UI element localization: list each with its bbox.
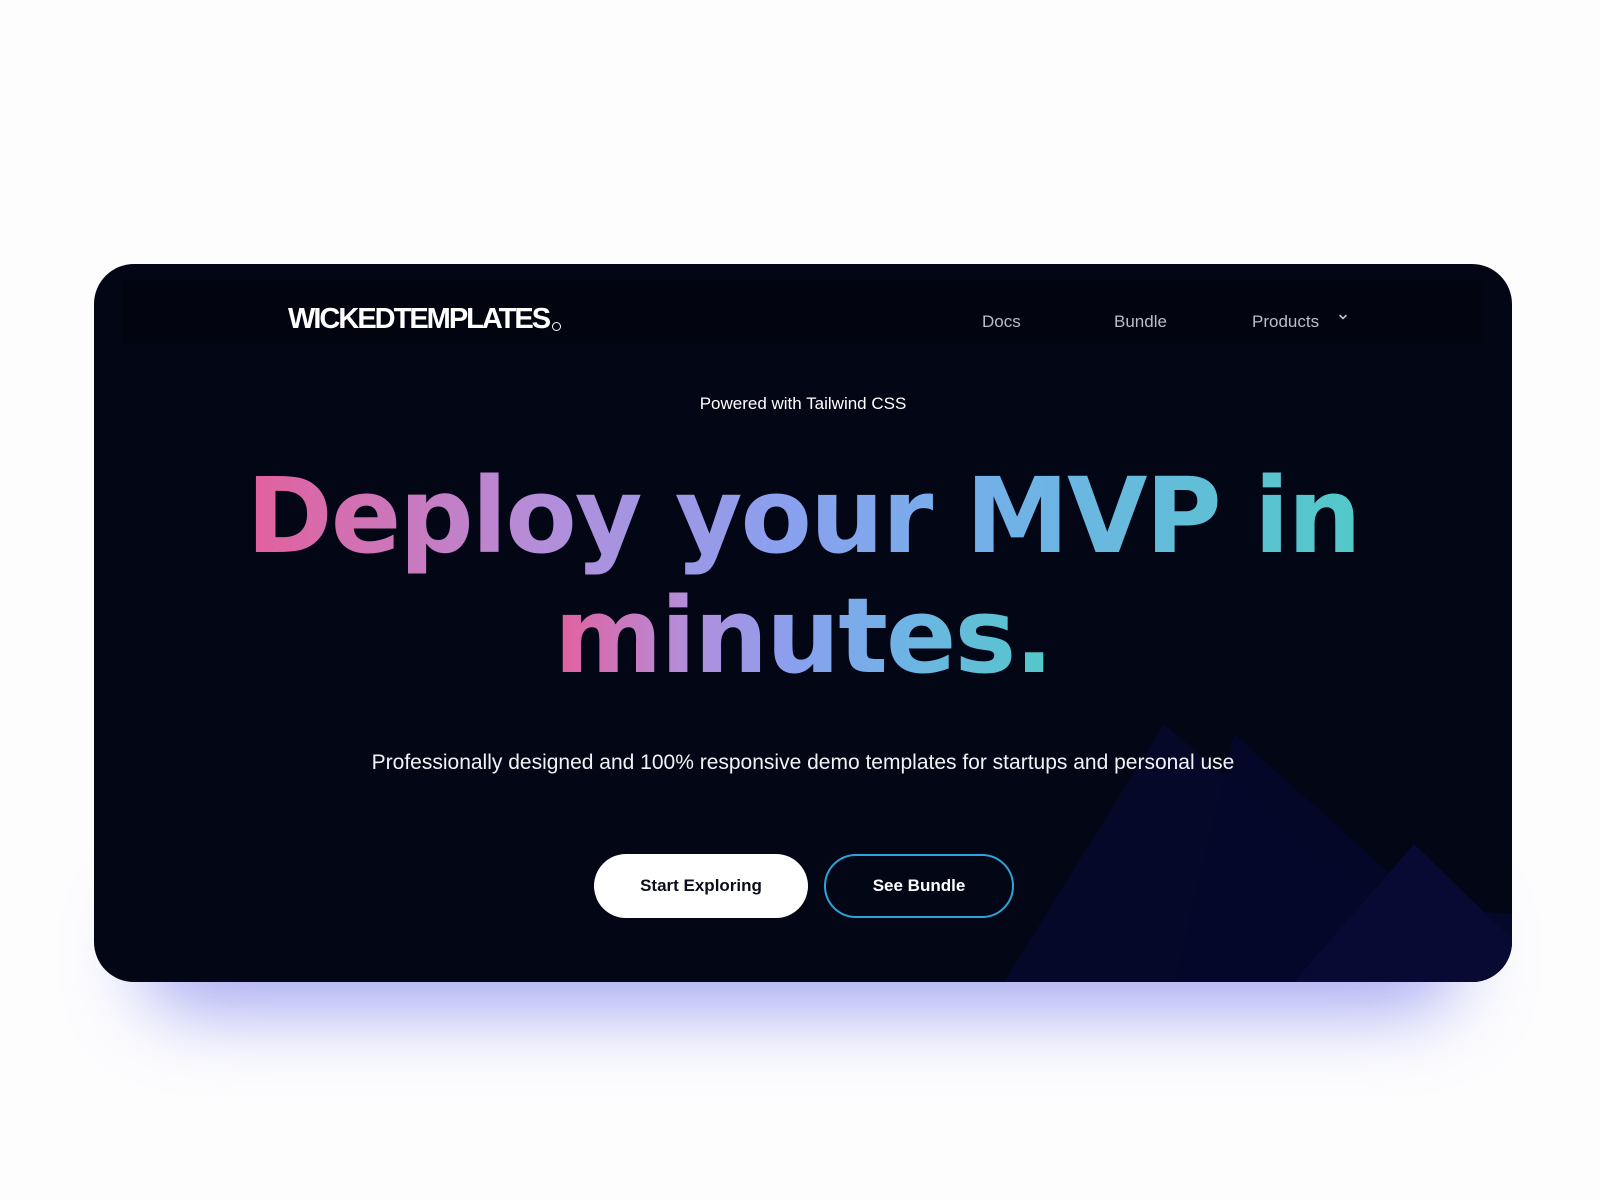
start-exploring-button[interactable]: Start Exploring	[594, 854, 808, 918]
nav-link-bundle[interactable]: Bundle	[1114, 313, 1167, 330]
nav-link-products[interactable]: Products	[1252, 313, 1319, 330]
nav-link-docs[interactable]: Docs	[982, 313, 1021, 330]
hero-card: WICKEDTEMPLATES Docs Bundle Products Pow…	[94, 264, 1512, 982]
top-navbar: WICKEDTEMPLATES Docs Bundle Products	[122, 280, 1484, 344]
headline-line-2: minutes.	[554, 575, 1054, 697]
see-bundle-button[interactable]: See Bundle	[824, 854, 1014, 918]
chevron-down-icon[interactable]	[1337, 311, 1349, 323]
hero-headline: Deploy your MVP in minutes.	[94, 456, 1512, 696]
headline-line-1: Deploy your MVP in	[246, 455, 1361, 577]
hero-eyebrow: Powered with Tailwind CSS	[699, 394, 907, 413]
copyright-mark-icon	[552, 322, 561, 331]
brand-logo[interactable]: WICKEDTEMPLATES	[288, 305, 551, 334]
hero-subtext: Professionally designed and 100% respons…	[371, 751, 1235, 774]
page: WICKEDTEMPLATES Docs Bundle Products Pow…	[0, 0, 1600, 1200]
